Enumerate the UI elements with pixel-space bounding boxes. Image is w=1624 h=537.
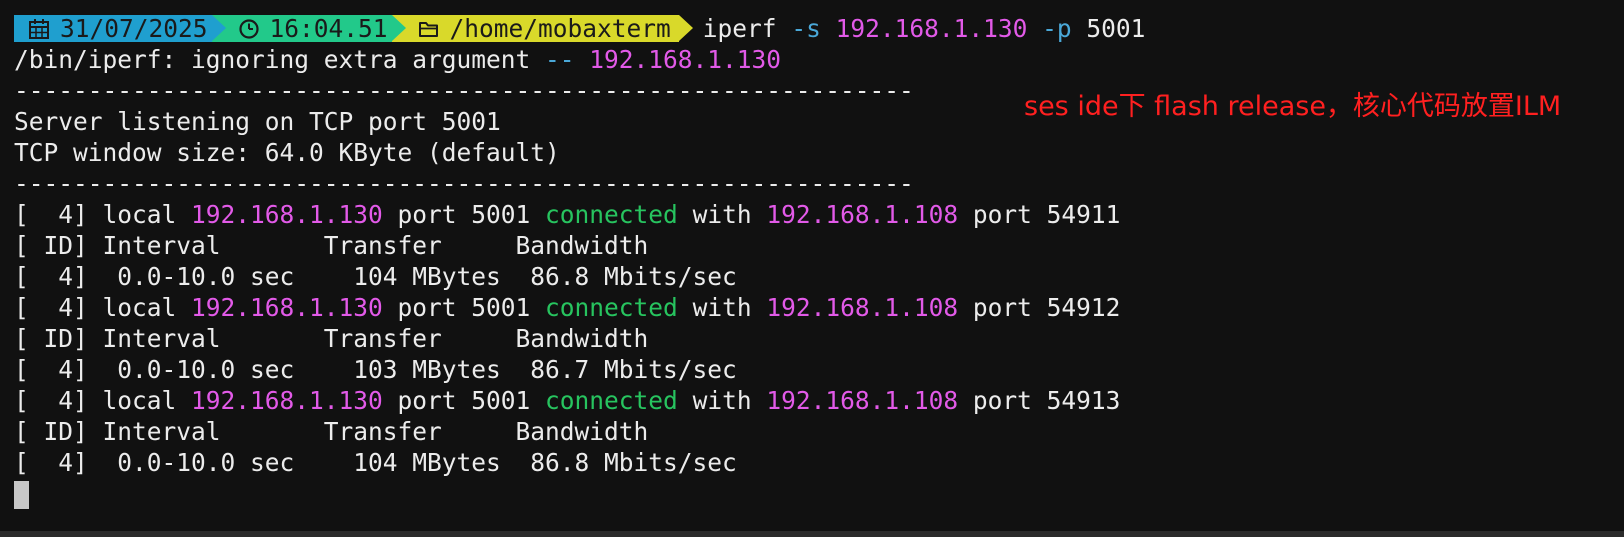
command-name: iperf: [702, 14, 777, 43]
result-header-line: [ ID] Interval Transfer Bandwidth: [14, 231, 649, 260]
terminal-cursor: [14, 481, 29, 509]
connected-status: connected: [545, 200, 678, 229]
window-size-line: TCP window size: 64.0 KByte (default): [14, 138, 560, 167]
calendar-icon: [29, 18, 49, 39]
prompt-time: 16:04.51: [269, 14, 388, 43]
with-text: with: [677, 386, 767, 415]
result-line: [ 4] 0.0-10.0 sec 104 MBytes 86.8 Mbits/…: [14, 448, 737, 477]
result-header-line: [ ID] Interval Transfer Bandwidth: [14, 324, 649, 353]
with-text: with: [677, 200, 767, 229]
prompt-path-segment: /home/mobaxterm: [391, 14, 693, 43]
warning-line: /bin/iperf: ignoring extra argument -- 1…: [14, 44, 1624, 75]
local-ip: 192.168.1.130: [191, 293, 383, 322]
local-port: port 5001: [382, 200, 546, 229]
folder-icon: [418, 21, 438, 37]
result-header-line: [ ID] Interval Transfer Bandwidth: [14, 417, 649, 446]
prompt-time-segment: 16:04.51: [211, 14, 406, 43]
annotation-note: ses ide下 flash release，核心代码放置ILM: [1024, 91, 1562, 122]
remote-ip: 192.168.1.108: [766, 293, 959, 322]
remote-port: port 54911: [958, 200, 1121, 229]
separator-line: ----------------------------------------…: [14, 169, 914, 198]
result-line: [ 4] 0.0-10.0 sec 103 MBytes 86.7 Mbits/…: [14, 355, 737, 384]
connected-status: connected: [545, 386, 678, 415]
connection-line: [ 4] local 192.168.1.130 port 5001 conne…: [14, 199, 1624, 230]
warning-dashes: --: [545, 45, 575, 74]
connection-prefix: [ 4] local: [14, 200, 192, 229]
command-port: 5001: [1086, 14, 1146, 43]
local-port: port 5001: [382, 386, 546, 415]
terminal-window[interactable]: 31/07/2025 16:04.51 /home/mobaxterm iper…: [0, 0, 1624, 537]
command-ip: 192.168.1.130: [835, 14, 1028, 43]
connection-prefix: [ 4] local: [14, 293, 192, 322]
local-ip: 192.168.1.130: [191, 200, 383, 229]
warning-ip: 192.168.1.130: [589, 45, 782, 74]
prompt-date-segment: 31/07/2025: [14, 14, 226, 43]
segment-separator: [211, 15, 226, 41]
result-line: [ 4] 0.0-10.0 sec 104 MBytes 86.8 Mbits/…: [14, 262, 737, 291]
command-flag: -s: [791, 14, 821, 43]
local-ip: 192.168.1.130: [191, 386, 383, 415]
with-text: with: [677, 293, 767, 322]
command-flag: -p: [1042, 14, 1072, 43]
connection-line: [ 4] local 192.168.1.130 port 5001 conne…: [14, 292, 1624, 323]
prompt-line: 31/07/2025 16:04.51 /home/mobaxterm iper…: [14, 13, 1624, 44]
connection-prefix: [ 4] local: [14, 386, 192, 415]
remote-port: port 54912: [958, 293, 1121, 322]
prompt-date: 31/07/2025: [60, 14, 208, 43]
command-input[interactable]: iperf -s 192.168.1.130 -p 5001: [703, 13, 1146, 44]
remote-ip: 192.168.1.108: [766, 200, 959, 229]
segment-separator: [678, 15, 693, 41]
remote-ip: 192.168.1.108: [766, 386, 959, 415]
prompt-path: /home/mobaxterm: [449, 14, 671, 43]
connection-line: [ 4] local 192.168.1.130 port 5001 conne…: [14, 385, 1624, 416]
cursor-line[interactable]: [14, 478, 1624, 509]
segment-separator: [391, 15, 406, 41]
remote-port: port 54913: [958, 386, 1121, 415]
clock-icon: [238, 18, 259, 39]
connected-status: connected: [545, 293, 678, 322]
warning-text: /bin/iperf: ignoring extra argument: [14, 45, 546, 74]
local-port: port 5001: [382, 293, 546, 322]
bottom-scrollbar-track: [0, 531, 1624, 537]
